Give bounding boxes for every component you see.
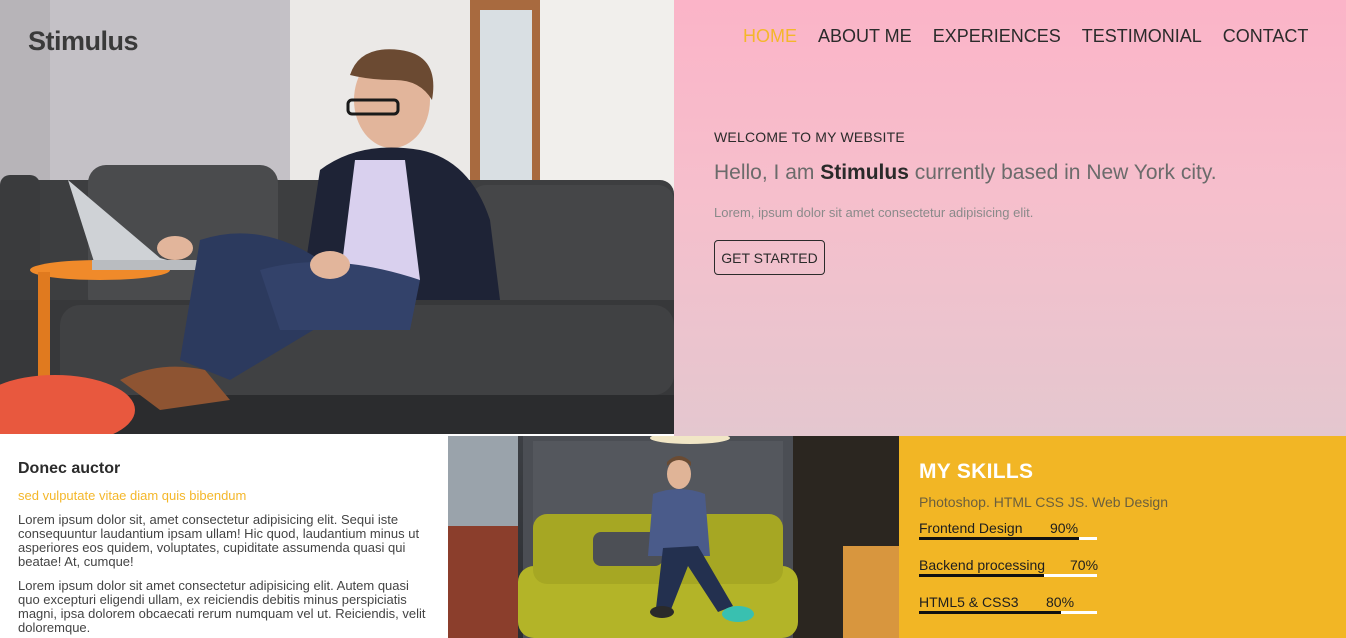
article-section: Donec auctor sed vulputate vitae diam qu… bbox=[0, 436, 448, 638]
site-logo[interactable]: Stimulus bbox=[28, 26, 139, 57]
article-paragraph: Lorem ipsum dolor sit amet consectetur a… bbox=[18, 578, 426, 635]
skill-bar bbox=[919, 537, 1097, 540]
welcome-text: WELCOME TO MY WEBSITE bbox=[714, 129, 905, 145]
skill-bar-fill bbox=[919, 537, 1080, 540]
skill-item: Backend processing 70% bbox=[919, 557, 1099, 594]
skills-section: MY SKILLS Photoshop. HTML CSS JS. Web De… bbox=[899, 436, 1346, 638]
headline-suffix: currently based in New York city. bbox=[908, 161, 1217, 184]
hero-photo-illustration bbox=[0, 0, 674, 434]
skill-bar bbox=[919, 574, 1097, 577]
headline-prefix: Hello, I am bbox=[714, 161, 821, 184]
article-paragraph: Lorem ipsum dolor sit, amet consectetur … bbox=[18, 512, 420, 569]
get-started-button[interactable]: GET STARTED bbox=[714, 240, 825, 275]
skills-subtitle: Photoshop. HTML CSS JS. Web Design bbox=[919, 494, 1168, 510]
skill-bar-fill bbox=[919, 611, 1062, 614]
nav-item-contact[interactable]: CONTACT bbox=[1223, 26, 1309, 47]
nav-item-home[interactable]: HOME bbox=[743, 26, 797, 47]
article-subtitle: sed vulputate vitae diam quis bibendum bbox=[18, 488, 247, 503]
skill-bar bbox=[919, 611, 1097, 614]
skill-name: HTML5 & CSS3 bbox=[919, 594, 1019, 610]
hero-panel: HOME ABOUT ME EXPERIENCES TESTIMONIAL CO… bbox=[674, 0, 1346, 436]
skill-percent: 70% bbox=[1070, 557, 1099, 573]
nav-item-about-me[interactable]: ABOUT ME bbox=[818, 26, 912, 47]
skill-item: Frontend Design 90% bbox=[919, 520, 1097, 557]
hero-lead: Lorem, ipsum dolor sit amet consectetur … bbox=[714, 205, 1034, 220]
skill-name: Frontend Design bbox=[919, 520, 1023, 536]
hero-headline: Hello, I am Stimulus currently based in … bbox=[714, 161, 1217, 185]
skill-item: HTML5 & CSS3 80% bbox=[919, 594, 1097, 631]
secondary-image bbox=[448, 436, 899, 638]
skill-name: Backend processing bbox=[919, 557, 1046, 573]
nav-item-testimonial[interactable]: TESTIMONIAL bbox=[1082, 26, 1202, 47]
skill-bar-fill bbox=[919, 574, 1044, 577]
main-nav: HOME ABOUT ME EXPERIENCES TESTIMONIAL CO… bbox=[743, 26, 1329, 47]
headline-name: Stimulus bbox=[820, 161, 909, 184]
article-title: Donec auctor bbox=[18, 460, 121, 477]
skill-percent: 80% bbox=[1046, 594, 1075, 610]
nav-item-experiences[interactable]: EXPERIENCES bbox=[933, 26, 1061, 47]
skills-title: MY SKILLS bbox=[919, 460, 1034, 483]
skill-percent: 90% bbox=[1050, 520, 1079, 536]
hero-image: Stimulus bbox=[0, 0, 674, 434]
secondary-photo-illustration bbox=[448, 436, 899, 638]
